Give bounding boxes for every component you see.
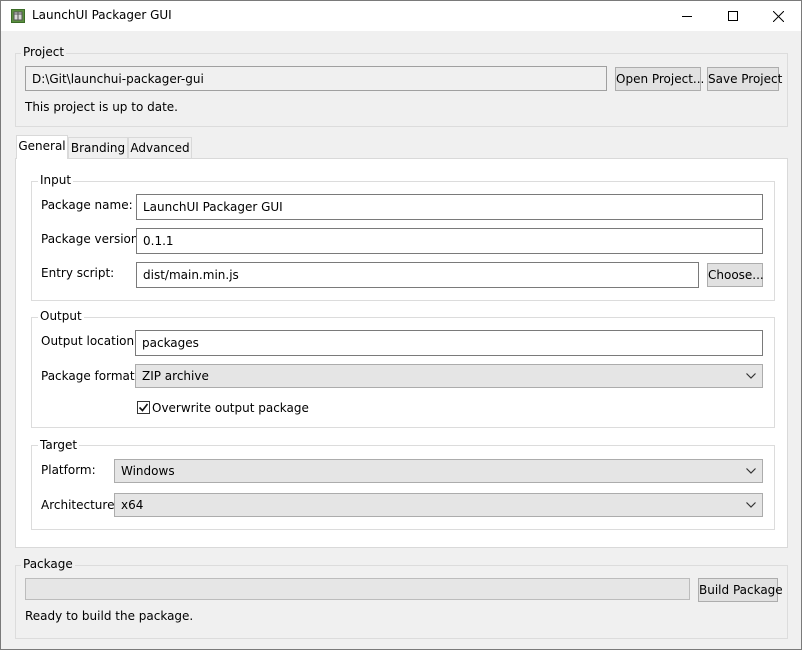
tab-panel-general: Input Package name: LaunchUI Packager GU… xyxy=(15,158,788,548)
input-legend: Input xyxy=(38,173,74,187)
package-version-label: Package version: xyxy=(41,232,143,246)
overwrite-checkbox[interactable] xyxy=(137,401,150,414)
output-location-label: Output location: xyxy=(41,334,139,348)
package-name-input[interactable]: LaunchUI Packager GUI xyxy=(136,194,763,220)
package-name-label: Package name: xyxy=(41,198,133,212)
target-group xyxy=(31,445,775,530)
platform-value: Windows xyxy=(121,464,175,478)
minimize-icon xyxy=(682,16,692,17)
close-button[interactable] xyxy=(755,1,801,31)
window-title: LaunchUI Packager GUI xyxy=(32,8,172,22)
package-format-value: ZIP archive xyxy=(142,369,209,383)
project-path-field[interactable]: D:\Git\launchui-packager-gui xyxy=(25,66,607,91)
choose-button[interactable]: Choose... xyxy=(707,263,764,287)
entry-script-label: Entry script: xyxy=(41,266,115,280)
chevron-down-icon xyxy=(746,502,756,508)
chevron-down-icon xyxy=(746,373,756,379)
package-format-label: Package format: xyxy=(41,369,139,383)
package-legend: Package xyxy=(21,557,75,571)
open-project-button[interactable]: Open Project... xyxy=(615,67,704,91)
package-group xyxy=(15,565,788,639)
target-legend: Target xyxy=(38,438,80,452)
output-location-input[interactable]: packages xyxy=(135,330,763,356)
entry-script-input[interactable]: dist/main.min.js xyxy=(136,262,699,288)
tab-branding[interactable]: Branding xyxy=(68,137,128,159)
architecture-select[interactable]: x64 xyxy=(114,493,763,517)
app-icon xyxy=(11,9,25,23)
package-format-select[interactable]: ZIP archive xyxy=(135,364,763,388)
package-status: Ready to build the package. xyxy=(25,609,194,623)
architecture-label: Architecture: xyxy=(41,498,119,512)
project-status: This project is up to date. xyxy=(25,100,178,114)
app-window: LaunchUI Packager GUI Project D:\Git\lau… xyxy=(0,0,802,650)
overwrite-label[interactable]: Overwrite output package xyxy=(152,401,309,415)
platform-select[interactable]: Windows xyxy=(114,459,763,483)
architecture-value: x64 xyxy=(121,498,144,512)
project-legend: Project xyxy=(21,45,67,59)
build-progress-bar xyxy=(25,578,690,600)
build-package-button[interactable]: Build Package xyxy=(698,578,783,602)
tab-advanced[interactable]: Advanced xyxy=(128,137,192,159)
title-bar[interactable]: LaunchUI Packager GUI xyxy=(1,1,801,31)
close-icon xyxy=(772,10,784,22)
maximize-button[interactable] xyxy=(710,1,756,31)
save-project-button[interactable]: Save Project xyxy=(707,67,782,91)
package-version-input[interactable]: 0.1.1 xyxy=(136,228,763,254)
checkmark-icon xyxy=(138,403,149,412)
minimize-button[interactable] xyxy=(664,1,710,31)
maximize-icon xyxy=(728,11,738,21)
output-legend: Output xyxy=(38,309,84,323)
platform-label: Platform: xyxy=(41,463,96,477)
tab-general[interactable]: General xyxy=(16,135,68,159)
chevron-down-icon xyxy=(746,468,756,474)
